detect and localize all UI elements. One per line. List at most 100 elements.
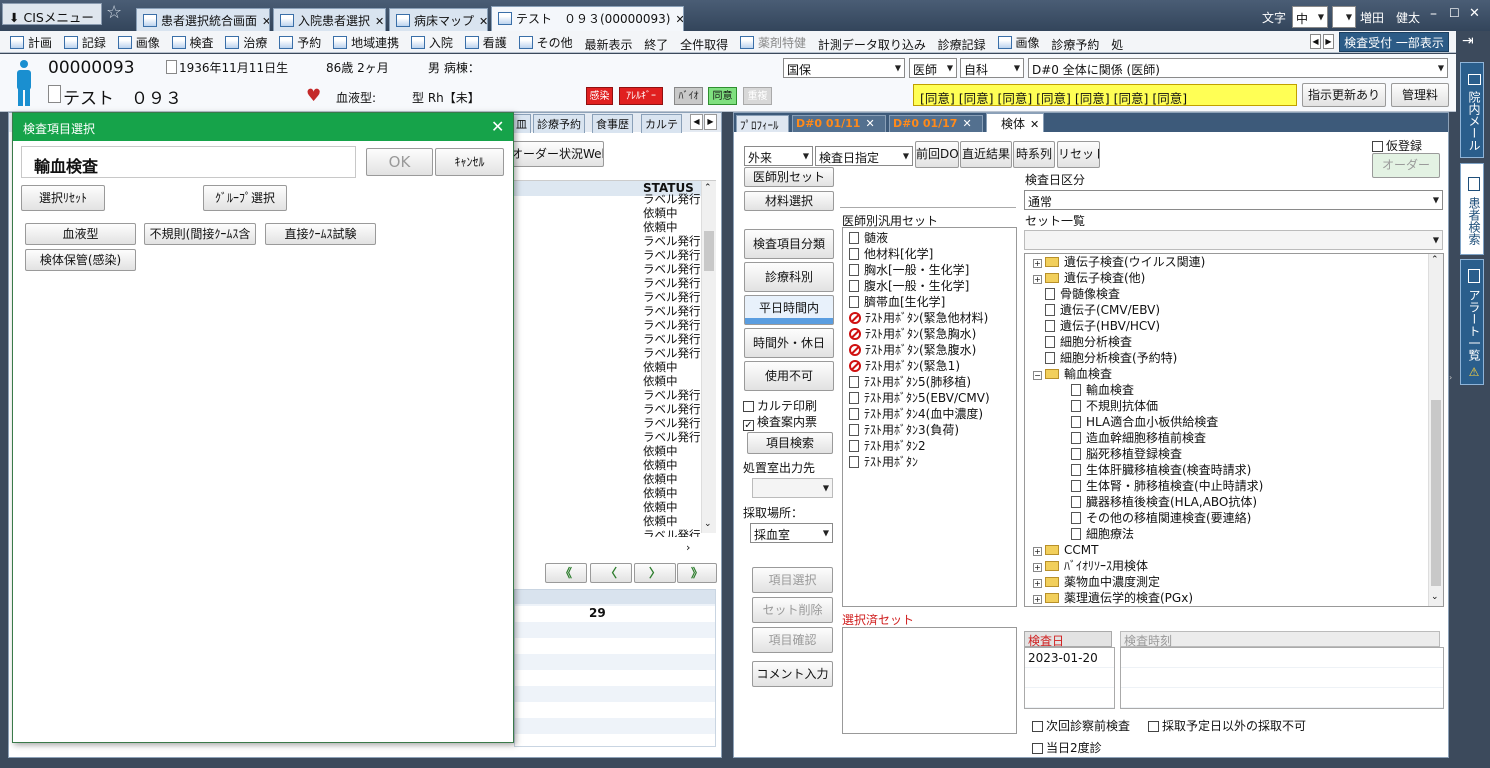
- menu-nursing[interactable]: 看護: [464, 34, 507, 51]
- first-page-button[interactable]: 《: [545, 563, 587, 583]
- general-set-item[interactable]: ﾃｽﾄ用ﾎﾞﾀﾝ5(肺移植): [849, 374, 1016, 390]
- dialog-selected-field[interactable]: 輸血検査: [21, 146, 356, 178]
- menu-record[interactable]: 記録: [63, 34, 106, 51]
- treatment-output-select[interactable]: [752, 478, 833, 498]
- item-direct-coombs[interactable]: 直接ｸｰﾑｽ試験: [265, 223, 376, 245]
- next-page-button[interactable]: 〉: [634, 563, 676, 583]
- scroll-down-icon[interactable]: ⌄: [1431, 592, 1439, 602]
- menu-other[interactable]: その他: [518, 34, 573, 51]
- item-specimen-storage[interactable]: 検体保管(感染): [25, 249, 136, 271]
- doctor-set-button[interactable]: 医師別セット: [744, 167, 834, 187]
- tab-bed-map[interactable]: 病床マップ ✕: [389, 8, 488, 31]
- expand-icon[interactable]: +: [1033, 563, 1042, 572]
- general-set-item[interactable]: ﾃｽﾄ用ﾎﾞﾀﾝ2: [849, 438, 1016, 454]
- tree-item[interactable]: 臓器移植後検査(HLA,ABO抗体): [1033, 494, 1443, 510]
- menu-exit[interactable]: 終了: [644, 36, 668, 52]
- minimize-icon[interactable]: –: [1430, 6, 1437, 22]
- status-vscroll[interactable]: ⌃ ⌄: [701, 181, 716, 533]
- exam-reception-button[interactable]: 検査受付 一部表示: [1339, 32, 1449, 52]
- font-size-select[interactable]: 中: [1292, 6, 1328, 28]
- status-cell[interactable]: ラベル発行: [643, 416, 703, 430]
- expand-icon[interactable]: +: [1033, 275, 1042, 284]
- status-cell[interactable]: ラベル発行: [643, 402, 703, 416]
- prev-page-button[interactable]: 〈: [590, 563, 632, 583]
- consent-bar[interactable]: [同意] [同意] [同意] [同意] [同意] [同意] [同意]: [913, 84, 1297, 106]
- group-select-button[interactable]: ｸﾞﾙｰﾌﾟ選択: [203, 185, 287, 211]
- tree-item[interactable]: 細胞分析検査: [1033, 334, 1443, 350]
- status-cell[interactable]: 依頼中: [643, 500, 703, 514]
- set-delete-button[interactable]: セット削除: [752, 597, 833, 623]
- menu-more[interactable]: 処: [1111, 36, 1123, 52]
- exam-day-select[interactable]: 通常: [1024, 190, 1443, 210]
- left-tab-partial[interactable]: 皿: [512, 114, 531, 133]
- tree-item[interactable]: 生体肝臓移植検査(検査時請求): [1033, 462, 1443, 478]
- tree-item[interactable]: 輸血検査: [1033, 382, 1443, 398]
- status-cell[interactable]: ラベル発行: [643, 388, 703, 402]
- right-tab-profile[interactable]: ﾌﾟﾛﾌｨｰﾙ: [736, 115, 789, 132]
- status-cell[interactable]: 依頼中: [643, 374, 703, 388]
- status-cell[interactable]: ラベル発行: [643, 290, 703, 304]
- close-icon[interactable]: ✕: [1030, 118, 1039, 131]
- left-tab-scroll-left[interactable]: ◀: [690, 114, 703, 130]
- item-select-button[interactable]: 項目選択: [752, 567, 833, 593]
- item-irregular-antibody[interactable]: 不規則(間接ｸｰﾑｽ含: [144, 223, 256, 245]
- menu-scroll-left[interactable]: ◀: [1310, 34, 1321, 49]
- left-tab-meal[interactable]: 食事歴: [592, 114, 633, 133]
- tree-item[interactable]: 造血幹細胞移植前検査: [1033, 430, 1443, 446]
- tree-item[interactable]: 遺伝子(HBV/HCV): [1033, 318, 1443, 334]
- left-tab-scroll-right[interactable]: ▶: [704, 114, 717, 130]
- no-other-day-checkbox[interactable]: 採取予定日以外の採取不可: [1148, 717, 1306, 734]
- latest-results-button[interactable]: 直近結果: [960, 141, 1012, 168]
- collapse-arrow-icon[interactable]: ⇥: [1462, 33, 1474, 49]
- duplicate-badge[interactable]: 重複: [743, 87, 772, 105]
- next-visit-checkbox[interactable]: 次回診察前検査: [1032, 717, 1130, 734]
- side-tab-patient-search[interactable]: 患者検索: [1460, 163, 1484, 255]
- cis-menu-button[interactable]: ⬇ CISメニュー: [2, 3, 102, 25]
- doctor-select[interactable]: 医師: [909, 58, 957, 78]
- star-icon[interactable]: ☆: [106, 2, 122, 23]
- material-select-button[interactable]: 材料選択: [744, 191, 834, 211]
- category-offhours-button[interactable]: 時間外・休日: [744, 328, 834, 358]
- status-cell[interactable]: ラベル発行: [643, 234, 703, 248]
- order-status-web-button[interactable]: オーダー状況Web: [510, 141, 604, 167]
- menu-clinical-record[interactable]: 診療記録: [938, 36, 986, 52]
- menu-exam[interactable]: 検査: [171, 34, 214, 51]
- panel-splitter[interactable]: ›: [1449, 373, 1455, 393]
- tree-item[interactable]: その他の移植関連検査(要連絡): [1033, 510, 1443, 526]
- category-weekday-button[interactable]: 平日時間内: [744, 295, 834, 325]
- tree-item[interactable]: 生体腎・肺移植検査(中止時請求): [1033, 478, 1443, 494]
- diagnosis-select[interactable]: D#0 全体に関係 (医師): [1028, 58, 1448, 78]
- status-hscroll-right[interactable]: ›: [686, 541, 690, 554]
- general-set-item[interactable]: ﾃｽﾄ用ﾎﾞﾀﾝ(緊急胸水): [849, 326, 1016, 342]
- tree-folder[interactable]: + CCMT: [1033, 542, 1443, 558]
- bio-badge[interactable]: ﾊﾞｲｵ: [674, 87, 703, 105]
- status-cell[interactable]: ラベル発行: [643, 346, 703, 360]
- category-unusable-button[interactable]: 使用不可: [744, 361, 834, 391]
- menu-scroll-right[interactable]: ▶: [1323, 34, 1334, 49]
- reset-button[interactable]: リセット: [1057, 141, 1100, 168]
- tree-vscroll[interactable]: ⌃ ⌄: [1428, 254, 1443, 606]
- status-cell[interactable]: ラベル発行: [643, 318, 703, 332]
- tree-folder[interactable]: + 薬理遺伝学的検査(PGx): [1033, 590, 1443, 606]
- item-search-button[interactable]: 項目検索: [747, 432, 833, 454]
- menu-admission[interactable]: 入院: [410, 34, 453, 51]
- tree-folder[interactable]: + 遺伝子検査(他): [1033, 270, 1443, 286]
- status-cell[interactable]: 依頼中: [643, 206, 703, 220]
- date-mode-select[interactable]: 検査日指定: [815, 146, 913, 166]
- status-cell[interactable]: ラベル発行: [643, 262, 703, 276]
- status-cell[interactable]: ラベル発行: [643, 430, 703, 444]
- status-cell[interactable]: 依頼中: [643, 472, 703, 486]
- item-confirm-button[interactable]: 項目確認: [752, 627, 833, 653]
- tree-folder[interactable]: − 輸血検査: [1033, 366, 1443, 382]
- provisional-checkbox[interactable]: 仮登録: [1372, 137, 1422, 154]
- tree-folder[interactable]: + 薬物血中濃度測定: [1033, 574, 1443, 590]
- close-icon[interactable]: ✕: [865, 117, 874, 130]
- expand-icon[interactable]: +: [1033, 259, 1042, 268]
- side-tab-internal-mail[interactable]: 院内メール: [1460, 62, 1484, 158]
- comment-input-button[interactable]: コメント入力: [752, 661, 833, 687]
- general-set-item[interactable]: ﾃｽﾄ用ﾎﾞﾀﾝ(緊急他材料): [849, 310, 1016, 326]
- general-set-item[interactable]: 腹水[一般・生化学]: [849, 278, 1016, 294]
- outpatient-select[interactable]: 外来: [744, 146, 813, 166]
- menu-fetch-all[interactable]: 全件取得: [680, 36, 728, 52]
- general-set-item[interactable]: ﾃｽﾄ用ﾎﾞﾀﾝ4(血中濃度): [849, 406, 1016, 422]
